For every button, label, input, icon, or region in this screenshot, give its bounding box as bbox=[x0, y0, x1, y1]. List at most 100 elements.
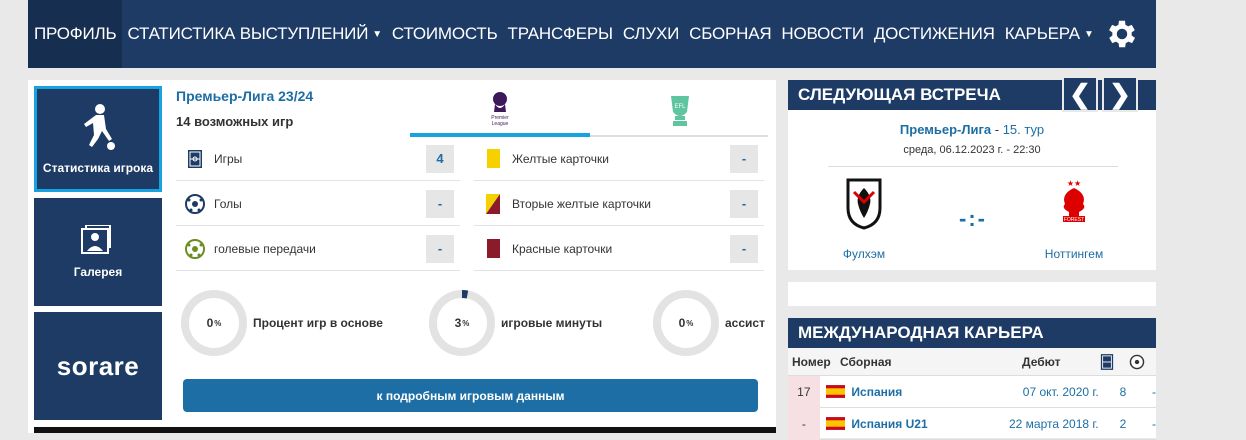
col-team: Сборная bbox=[840, 354, 892, 369]
table-row[interactable]: - Испания U21 22 марта 2018 г. 2 - bbox=[788, 407, 1157, 440]
divider bbox=[828, 166, 1118, 167]
nav-market-value-label: СТОИМОСТЬ bbox=[391, 24, 498, 43]
nav-national-team-label: СБОРНАЯ bbox=[689, 24, 772, 43]
second-yellow-card-icon bbox=[482, 193, 504, 215]
nav-career[interactable]: КАРЬЕРА ▼ bbox=[1000, 0, 1099, 68]
gauge-number: 0 bbox=[206, 316, 214, 330]
gauge-number: 0 bbox=[678, 316, 686, 330]
nav-performance-stats[interactable]: СТАТИСТИКА ВЫСТУПЛЕНИЙ ▼ bbox=[122, 0, 386, 68]
match-league-link[interactable]: Премьер-Лига bbox=[900, 122, 991, 137]
match-round: 15. тур bbox=[1002, 122, 1045, 137]
table-row[interactable]: 17 Испания 07 окт. 2020 г. 8 - bbox=[788, 375, 1157, 408]
nav-achievements-label: ДОСТИЖЕНИЯ bbox=[873, 24, 995, 43]
international-table-header: Номер Сборная Дебют bbox=[788, 348, 1156, 376]
gauge-number: 3 bbox=[454, 316, 462, 330]
svg-text:EFL: EFL bbox=[674, 104, 686, 110]
away-team-name: Ноттингем bbox=[1044, 247, 1104, 261]
nav-profile[interactable]: ПРОФИЛЬ bbox=[28, 0, 123, 68]
stat-row-goals: Голы - bbox=[176, 182, 460, 226]
player-stats-panel: Статистика игрока Галерея sorare Премьер… bbox=[28, 80, 776, 433]
national-team-link[interactable]: Испания bbox=[851, 385, 970, 399]
red-card-icon bbox=[482, 238, 504, 260]
pitch-icon bbox=[1092, 353, 1122, 371]
ball-icon bbox=[184, 193, 206, 215]
profile-tiles: Статистика игрока Галерея sorare bbox=[34, 86, 164, 426]
nav-rumours-label: СЛУХИ bbox=[622, 24, 680, 43]
stat-label: Желтые карточки bbox=[512, 151, 609, 166]
stat-row-games: Игры 4 bbox=[176, 137, 460, 181]
nav-news-label: НОВОСТИ bbox=[781, 24, 864, 43]
gauge-minutes-played: 3% игровые минуты bbox=[429, 290, 602, 356]
gauge-unit: % bbox=[462, 318, 470, 328]
shirt-number: 17 bbox=[788, 375, 820, 408]
next-match-button[interactable]: ❯ bbox=[1102, 76, 1138, 112]
nav-news[interactable]: НОВОСТИ bbox=[776, 0, 868, 68]
nav-profile-label: ПРОФИЛЬ bbox=[34, 24, 117, 43]
detailed-stats-button[interactable]: к подробным игровым данным bbox=[183, 379, 758, 412]
stat-value: - bbox=[426, 234, 454, 263]
stat-value: - bbox=[730, 234, 758, 263]
season-header: Премьер-Лига 23/24 14 возможных игр bbox=[176, 88, 313, 129]
yellow-card-icon bbox=[482, 148, 504, 170]
gauge-value: 0% bbox=[181, 290, 247, 356]
stat-value[interactable]: 4 bbox=[426, 144, 454, 173]
nav-rumours[interactable]: СЛУХИ bbox=[618, 0, 684, 68]
debut-date[interactable]: 07 окт. 2020 г. bbox=[970, 385, 1099, 399]
gauge-value: 3% bbox=[429, 290, 495, 356]
stat-label: Голы bbox=[214, 196, 242, 211]
caret-down-icon: ▼ bbox=[372, 28, 382, 40]
match-score: -:- bbox=[959, 206, 987, 231]
caret-down-icon: ▼ bbox=[1083, 28, 1094, 40]
season-league-link[interactable]: Премьер-Лига 23/24 bbox=[176, 88, 313, 104]
gallery-tile-label: Галерея bbox=[73, 265, 123, 279]
debut-date[interactable]: 22 марта 2018 г. bbox=[970, 417, 1099, 431]
right-column: СЛЕДУЮЩАЯ ВСТРЕЧА ❮ ❯ Премьер-Лига - 15.… bbox=[788, 76, 1156, 440]
gauge-label: ассист bbox=[725, 316, 765, 330]
gauge-starting-games: 0% Процент игр в основе bbox=[181, 290, 383, 356]
tab-premier-league[interactable]: Premier League bbox=[410, 90, 590, 138]
efl-cup-logo-icon: EFL bbox=[671, 96, 689, 126]
gauge-value: 0% bbox=[653, 290, 719, 356]
home-team-name: Фулхэм bbox=[842, 247, 886, 261]
home-team[interactable]: Фулхэм bbox=[814, 178, 914, 261]
player-stats-tile[interactable]: Статистика игрока bbox=[34, 86, 162, 192]
nav-transfers[interactable]: ТРАНСФЕРЫ bbox=[503, 0, 618, 68]
chevron-right-icon: ❯ bbox=[1109, 78, 1131, 109]
caps-count[interactable]: 2 bbox=[1099, 417, 1127, 431]
prev-match-button[interactable]: ❮ bbox=[1062, 76, 1098, 112]
gauge-unit: % bbox=[214, 318, 222, 328]
away-team[interactable]: ★★ FOREST Ноттингем bbox=[1024, 178, 1124, 261]
premier-league-logo-icon: Premier League bbox=[491, 92, 509, 127]
spain-flag-icon bbox=[825, 417, 846, 430]
caps-count[interactable]: 8 bbox=[1099, 385, 1127, 399]
goals-count: - bbox=[1152, 384, 1157, 399]
nav-career-label: КАРЬЕРА bbox=[1004, 24, 1080, 43]
pitch-icon bbox=[184, 148, 206, 170]
match-datetime: среда, 06.12.2023 г. - 22:30 bbox=[903, 144, 1041, 156]
gauge-label: игровые минуты bbox=[501, 316, 603, 330]
gear-icon[interactable] bbox=[1104, 16, 1140, 52]
next-match-title: СЛЕДУЮЩАЯ ВСТРЕЧА bbox=[798, 85, 1001, 104]
ball-icon bbox=[1122, 354, 1152, 370]
svg-text:★★: ★★ bbox=[1067, 179, 1081, 188]
match-competition: Премьер-Лига - 15. тур bbox=[788, 122, 1156, 137]
player-stats-tile-label: Статистика игрока bbox=[42, 161, 154, 175]
goals-count: - bbox=[1152, 416, 1157, 431]
match-round-separator: - bbox=[994, 122, 1003, 137]
next-match-box: СЛЕДУЮЩАЯ ВСТРЕЧА ❮ ❯ Премьер-Лига - 15.… bbox=[788, 76, 1156, 270]
nav-market-value[interactable]: СТОИМОСТЬ bbox=[387, 0, 503, 68]
stat-label: Вторые желтые карточки bbox=[512, 196, 651, 211]
nav-national-team[interactable]: СБОРНАЯ bbox=[684, 0, 776, 68]
sorare-tile[interactable]: sorare bbox=[34, 312, 162, 420]
tab-efl-cup[interactable]: EFL bbox=[590, 90, 770, 138]
sorare-logo: sorare bbox=[56, 350, 140, 381]
stat-row-yellow-cards: Желтые карточки - bbox=[474, 137, 764, 181]
gallery-tile[interactable]: Галерея bbox=[34, 198, 162, 306]
nottingham-forest-crest-icon: ★★ FOREST bbox=[1063, 179, 1085, 223]
svg-text:League: League bbox=[492, 121, 509, 127]
international-career-header: МЕЖДУНАРОДНАЯ КАРЬЕРА bbox=[788, 318, 1156, 348]
gauge-ring: 0% bbox=[181, 290, 247, 356]
international-career-box: МЕЖДУНАРОДНАЯ КАРЬЕРА Номер Сборная Дебю… bbox=[788, 318, 1157, 440]
nav-achievements[interactable]: ДОСТИЖЕНИЯ bbox=[869, 0, 1000, 68]
national-team-link[interactable]: Испания U21 bbox=[851, 417, 970, 431]
